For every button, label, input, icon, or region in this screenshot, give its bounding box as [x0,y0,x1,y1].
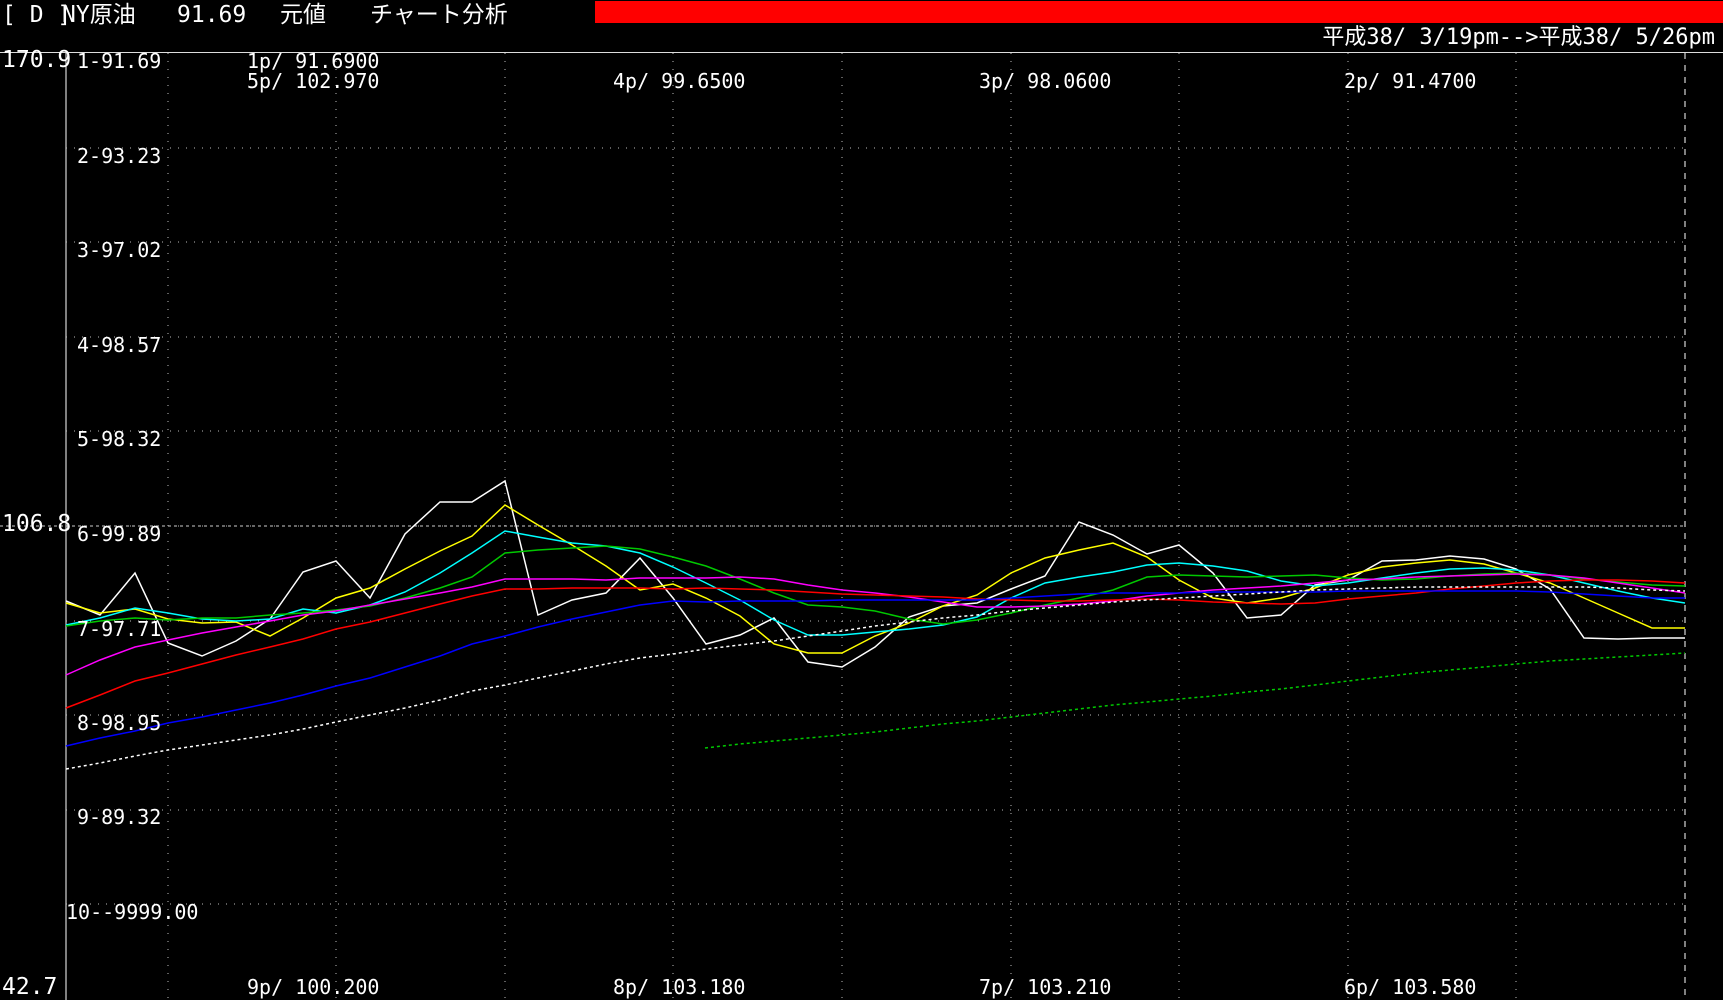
chart-series-layer [65,479,1686,770]
y-scale-bottom: 42.7 [2,974,58,1000]
instrument-name[interactable]: NY原油 [62,0,136,30]
date-range: 平成38/ 3/19pm-->平成38/ 5/26pm [1322,25,1715,50]
legend-item[interactable]: 7-97.71 [77,617,161,641]
legend-item[interactable]: 3-97.02 [77,238,161,262]
period-label: 6p/ 103.580 [1344,975,1477,999]
status-bar-red [595,1,1723,23]
legend-item[interactable]: 1-91.69 [77,49,161,73]
period-label: 9p/ 100.200 [247,975,380,999]
chart-mode-label[interactable]: [ D ] [2,0,71,30]
legend-item[interactable]: 2-93.23 [77,144,161,168]
value-type-label[interactable]: 元値 [280,0,326,30]
app-title: チャート分析 [370,2,508,28]
series-line-5 [65,573,1686,676]
y-scale-top: 170.9 [2,47,72,73]
period-label: 3p/ 98.0600 [979,69,1112,93]
y-scale-mid: 106.8 [2,511,72,537]
series-line-2 [65,504,1685,654]
series-line-9 [704,652,1686,749]
current-price: 91.69 [177,2,247,28]
legend-item[interactable]: 8-98.95 [77,711,161,735]
legend-item[interactable]: 9-89.32 [77,805,161,829]
series-line-6 [65,579,1686,709]
chart-area[interactable]: 170.9 106.8 42.7 1-91.69 2-93.23 3-97.02… [0,47,1723,1000]
legend-item[interactable]: 4-98.57 [77,333,161,357]
series-line-3 [65,530,1686,636]
period-label: 4p/ 99.6500 [613,69,746,93]
series-line-1 [65,479,1685,668]
legend-item[interactable]: 6-99.89 [77,522,161,546]
period-label: 5p/ 102.970 [247,69,380,93]
legend-item[interactable]: 10--9999.00 [66,900,198,924]
period-label: 7p/ 103.210 [979,975,1112,999]
period-label: 2p/ 91.4700 [1344,69,1477,93]
legend-item[interactable]: 5-98.32 [77,427,161,451]
chart-grid [0,53,1686,1000]
period-label: 8p/ 103.180 [613,975,746,999]
